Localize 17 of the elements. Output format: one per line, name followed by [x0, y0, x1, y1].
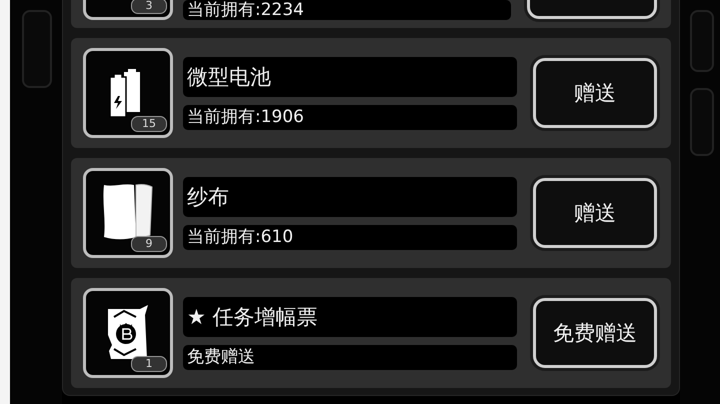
item-name: 微型电池	[183, 56, 517, 96]
gift-button[interactable]: 赠送	[533, 58, 657, 128]
gift-button[interactable]: 赠送	[533, 178, 657, 248]
gift-button[interactable]	[527, 0, 657, 19]
count-badge: 9	[131, 236, 167, 252]
owned-label: 当前拥有:610	[183, 224, 517, 250]
item-name: 纱布	[183, 176, 517, 216]
owned-label: 当前拥有:1906	[183, 104, 517, 130]
count-badge: 1	[131, 356, 167, 372]
gift-button[interactable]: 免费赠送	[533, 298, 657, 368]
item-name: ★ 任务增幅票	[183, 296, 517, 336]
side-panel	[690, 88, 714, 156]
owned-label: 免费赠送	[183, 344, 517, 370]
count-badge: 15	[131, 116, 167, 132]
owned-label: 当前拥有:2234	[183, 0, 511, 20]
side-panel	[690, 10, 714, 72]
count-badge: 3	[131, 0, 167, 14]
